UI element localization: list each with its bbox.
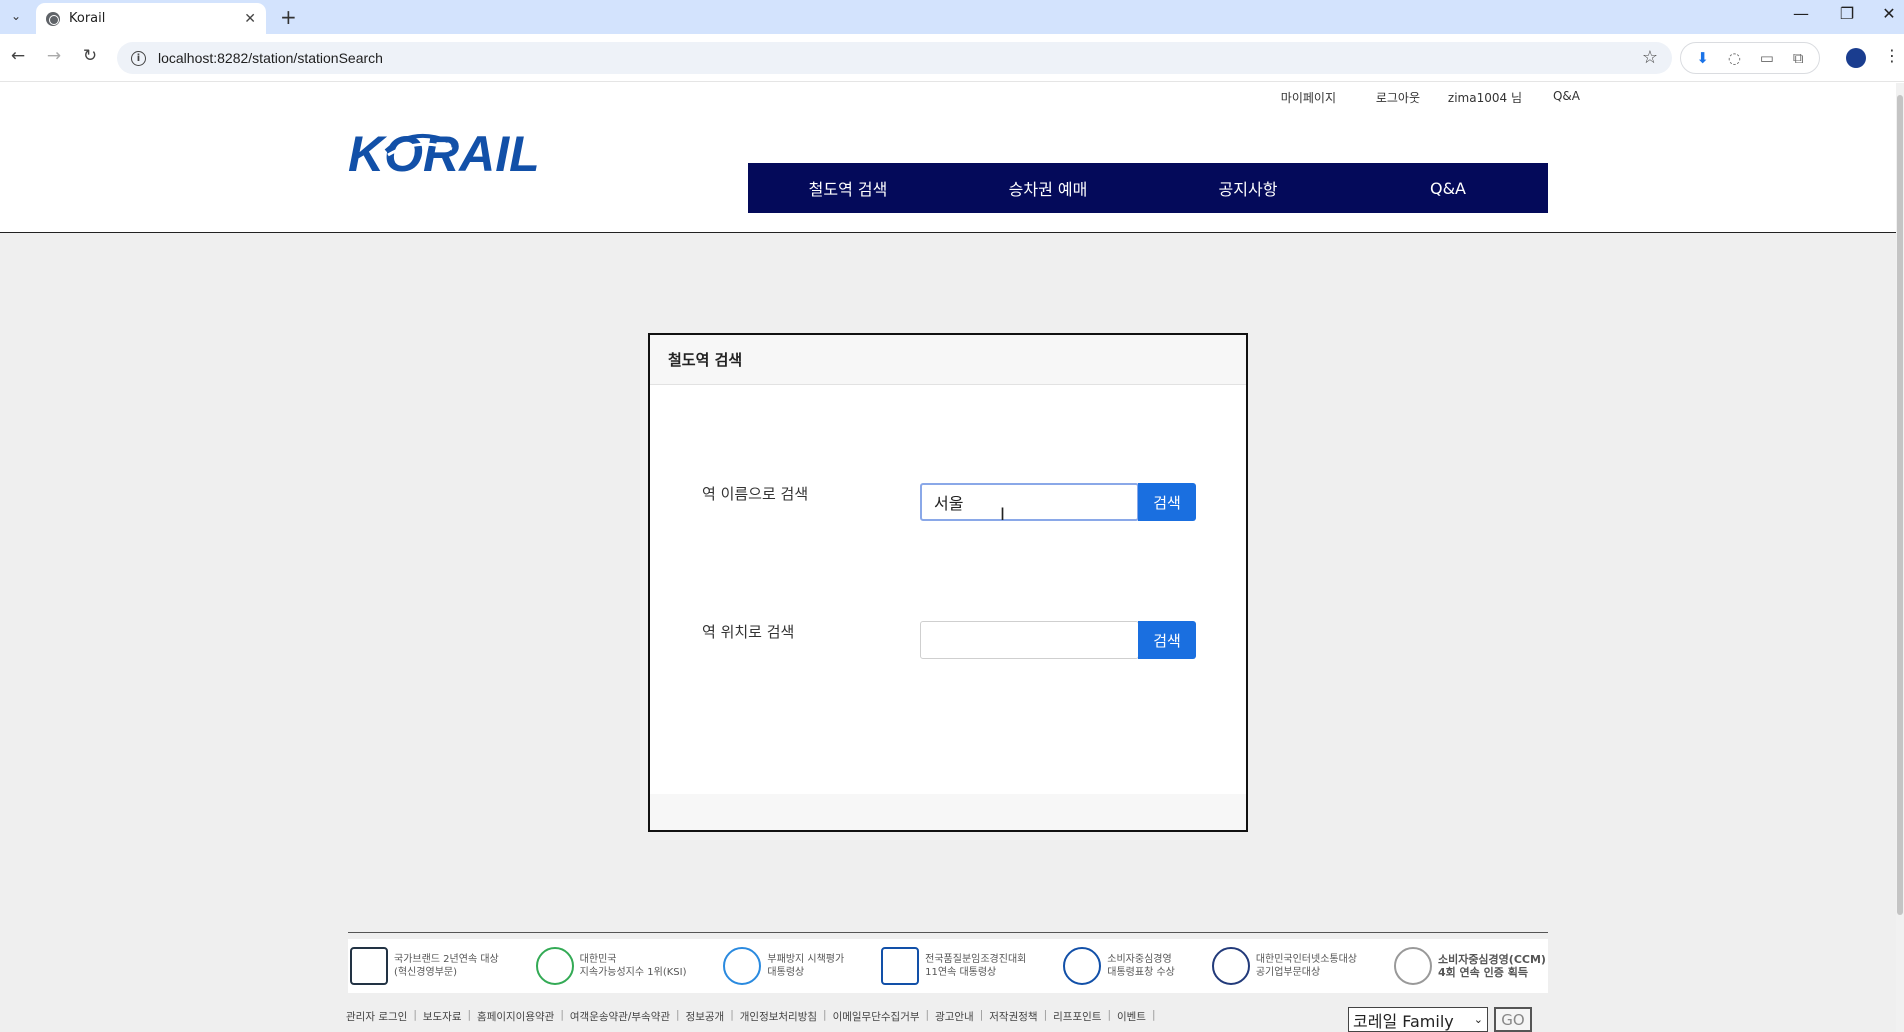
footer-link[interactable]: 보도자료	[423, 1009, 462, 1024]
family-select-value: 코레일 Family	[1353, 1011, 1454, 1031]
scrollbar-thumb[interactable]	[1897, 95, 1903, 915]
restore-icon[interactable]: ❐	[1832, 4, 1862, 23]
award-item: 전국품질분임조경진대회 11연속 대통령상	[881, 947, 1026, 985]
browser-toolbar: ← → ↻ i localhost:8282/station/stationSe…	[0, 34, 1904, 82]
award-item: 부패방지 시책평가 대통령상	[723, 947, 844, 985]
footer-divider	[348, 932, 1548, 933]
awards-strip: 국가브랜드 2년연속 대상 (혁신경영부문) 대한민국 지속가능성지수 1위(K…	[348, 939, 1548, 993]
footer-link[interactable]: 홈페이지이용약관	[477, 1009, 554, 1024]
chevron-down-icon: ⌄	[1473, 1013, 1483, 1026]
tab-title: Korail	[69, 11, 106, 26]
nav-ticket-booking[interactable]: 승차권 예매	[948, 163, 1148, 213]
footer-links: 관리자 로그인 | 보도자료 | 홈페이지이용약관 | 여객운송약관/부속약관 | 정보…	[346, 1009, 1156, 1024]
award-badge-icon	[1393, 947, 1432, 985]
award-badge-icon	[535, 947, 574, 985]
url-text: localhost:8282/station/stationSearch	[158, 50, 383, 66]
page-content: 마이페이지 로그아웃 zima1004 님 Q&A KORAIL 철도역 검색 …	[0, 83, 1904, 1032]
footer-link[interactable]: 광고안내	[935, 1009, 974, 1024]
panel-footer	[650, 794, 1246, 830]
main-nav: 철도역 검색 승차권 예매 공지사항 Q&A	[748, 163, 1548, 213]
browser-tab[interactable]: Korail ✕	[36, 3, 266, 34]
award-item: 대한민국 지속가능성지수 1위(KSI)	[535, 947, 686, 985]
name-search-label: 역 이름으로 검색	[702, 485, 809, 503]
forward-icon[interactable]: →	[42, 46, 66, 66]
panel-body: 역 이름으로 검색 검색 I 역 위치로 검색 검색	[650, 385, 1246, 794]
footer-link[interactable]: 이벤트	[1117, 1009, 1146, 1024]
award-badge-icon	[1063, 947, 1102, 985]
util-qna-link[interactable]: Q&A	[1522, 89, 1580, 106]
go-button[interactable]: GO	[1494, 1007, 1532, 1032]
award-item: 소비자중심경영 대통령표창 수상	[1063, 947, 1175, 985]
footer-link[interactable]: 관리자 로그인	[346, 1009, 407, 1024]
award-item: 대한민국인터넷소통대상 공기업부문대상	[1211, 947, 1357, 985]
site-info-icon[interactable]: i	[131, 50, 146, 66]
award-badge-icon	[881, 947, 920, 985]
footer-link[interactable]: 여객운송약관/부속약관	[570, 1009, 670, 1024]
location-search-button[interactable]: 검색	[1138, 621, 1196, 659]
award-item: 소비자중심경영(CCM) 4회 연속 인증 획득	[1393, 947, 1546, 985]
tab-search-icon[interactable]: ⌄	[6, 6, 26, 26]
browser-tab-bar: ⌄ Korail ✕ + — ❐ ✕	[0, 0, 1904, 34]
page-scrollbar[interactable]	[1896, 83, 1904, 1032]
panel-title: 철도역 검색	[650, 335, 1246, 385]
back-icon[interactable]: ←	[6, 46, 30, 66]
download-icon[interactable]: ⬇	[1696, 49, 1709, 67]
footer-link[interactable]: 리프포인트	[1053, 1009, 1101, 1024]
footer-link[interactable]: 저작권정책	[989, 1009, 1037, 1024]
reload-icon[interactable]: ↻	[78, 46, 102, 66]
utility-nav: 마이페이지 로그아웃 zima1004 님 Q&A	[1240, 89, 1580, 106]
location-search-label: 역 위치로 검색	[702, 623, 795, 641]
util-username: zima1004 님	[1447, 91, 1522, 105]
svg-text:KORAIL: KORAIL	[348, 126, 540, 179]
station-search-panel: 철도역 검색 역 이름으로 검색 검색 I 역 위치로 검색 검색	[648, 333, 1248, 832]
address-bar[interactable]: i localhost:8282/station/stationSearch ☆	[117, 42, 1672, 74]
station-location-input[interactable]	[920, 621, 1139, 659]
close-tab-icon[interactable]: ✕	[244, 11, 256, 27]
family-site-select[interactable]: 코레일 Family ⌄	[1348, 1007, 1488, 1032]
nav-notice[interactable]: 공지사항	[1148, 163, 1348, 213]
site-header: 마이페이지 로그아웃 zima1004 님 Q&A KORAIL 철도역 검색 …	[0, 83, 1904, 233]
menu-kebab-icon[interactable]: ⋮	[1884, 46, 1900, 65]
reading-icon[interactable]: ▭	[1760, 49, 1774, 67]
station-name-input[interactable]	[920, 483, 1139, 521]
util-mypage-link[interactable]: 마이페이지	[1240, 89, 1336, 106]
profile-avatar-icon[interactable]	[1846, 48, 1866, 68]
bookmark-star-icon[interactable]: ☆	[1642, 47, 1658, 68]
extension-icon[interactable]: ◌	[1728, 49, 1741, 67]
globe-icon	[46, 11, 60, 26]
util-logout-link[interactable]: 로그아웃	[1336, 89, 1420, 106]
footer-link[interactable]: 정보공개	[686, 1009, 725, 1024]
award-badge-icon	[1211, 947, 1250, 985]
footer-link[interactable]: 이메일무단수집거부	[833, 1009, 920, 1024]
minimize-icon[interactable]: —	[1786, 4, 1816, 23]
new-tab-icon[interactable]: +	[280, 5, 297, 29]
footer-link[interactable]: 개인정보처리방침	[740, 1009, 817, 1024]
nav-qna[interactable]: Q&A	[1348, 163, 1548, 213]
window-close-icon[interactable]: ✕	[1874, 4, 1904, 23]
extensions-group: ⬇ ◌ ▭ ⧉	[1680, 42, 1820, 74]
name-search-button[interactable]: 검색	[1138, 483, 1196, 521]
nav-station-search[interactable]: 철도역 검색	[748, 163, 948, 213]
award-item: 국가브랜드 2년연속 대상 (혁신경영부문)	[350, 947, 499, 985]
award-badge-icon	[723, 947, 762, 985]
text-cursor-icon: I	[1000, 505, 1006, 525]
puzzle-icon[interactable]: ⧉	[1793, 49, 1804, 67]
korail-logo[interactable]: KORAIL	[348, 123, 553, 179]
award-badge-icon	[350, 947, 388, 985]
